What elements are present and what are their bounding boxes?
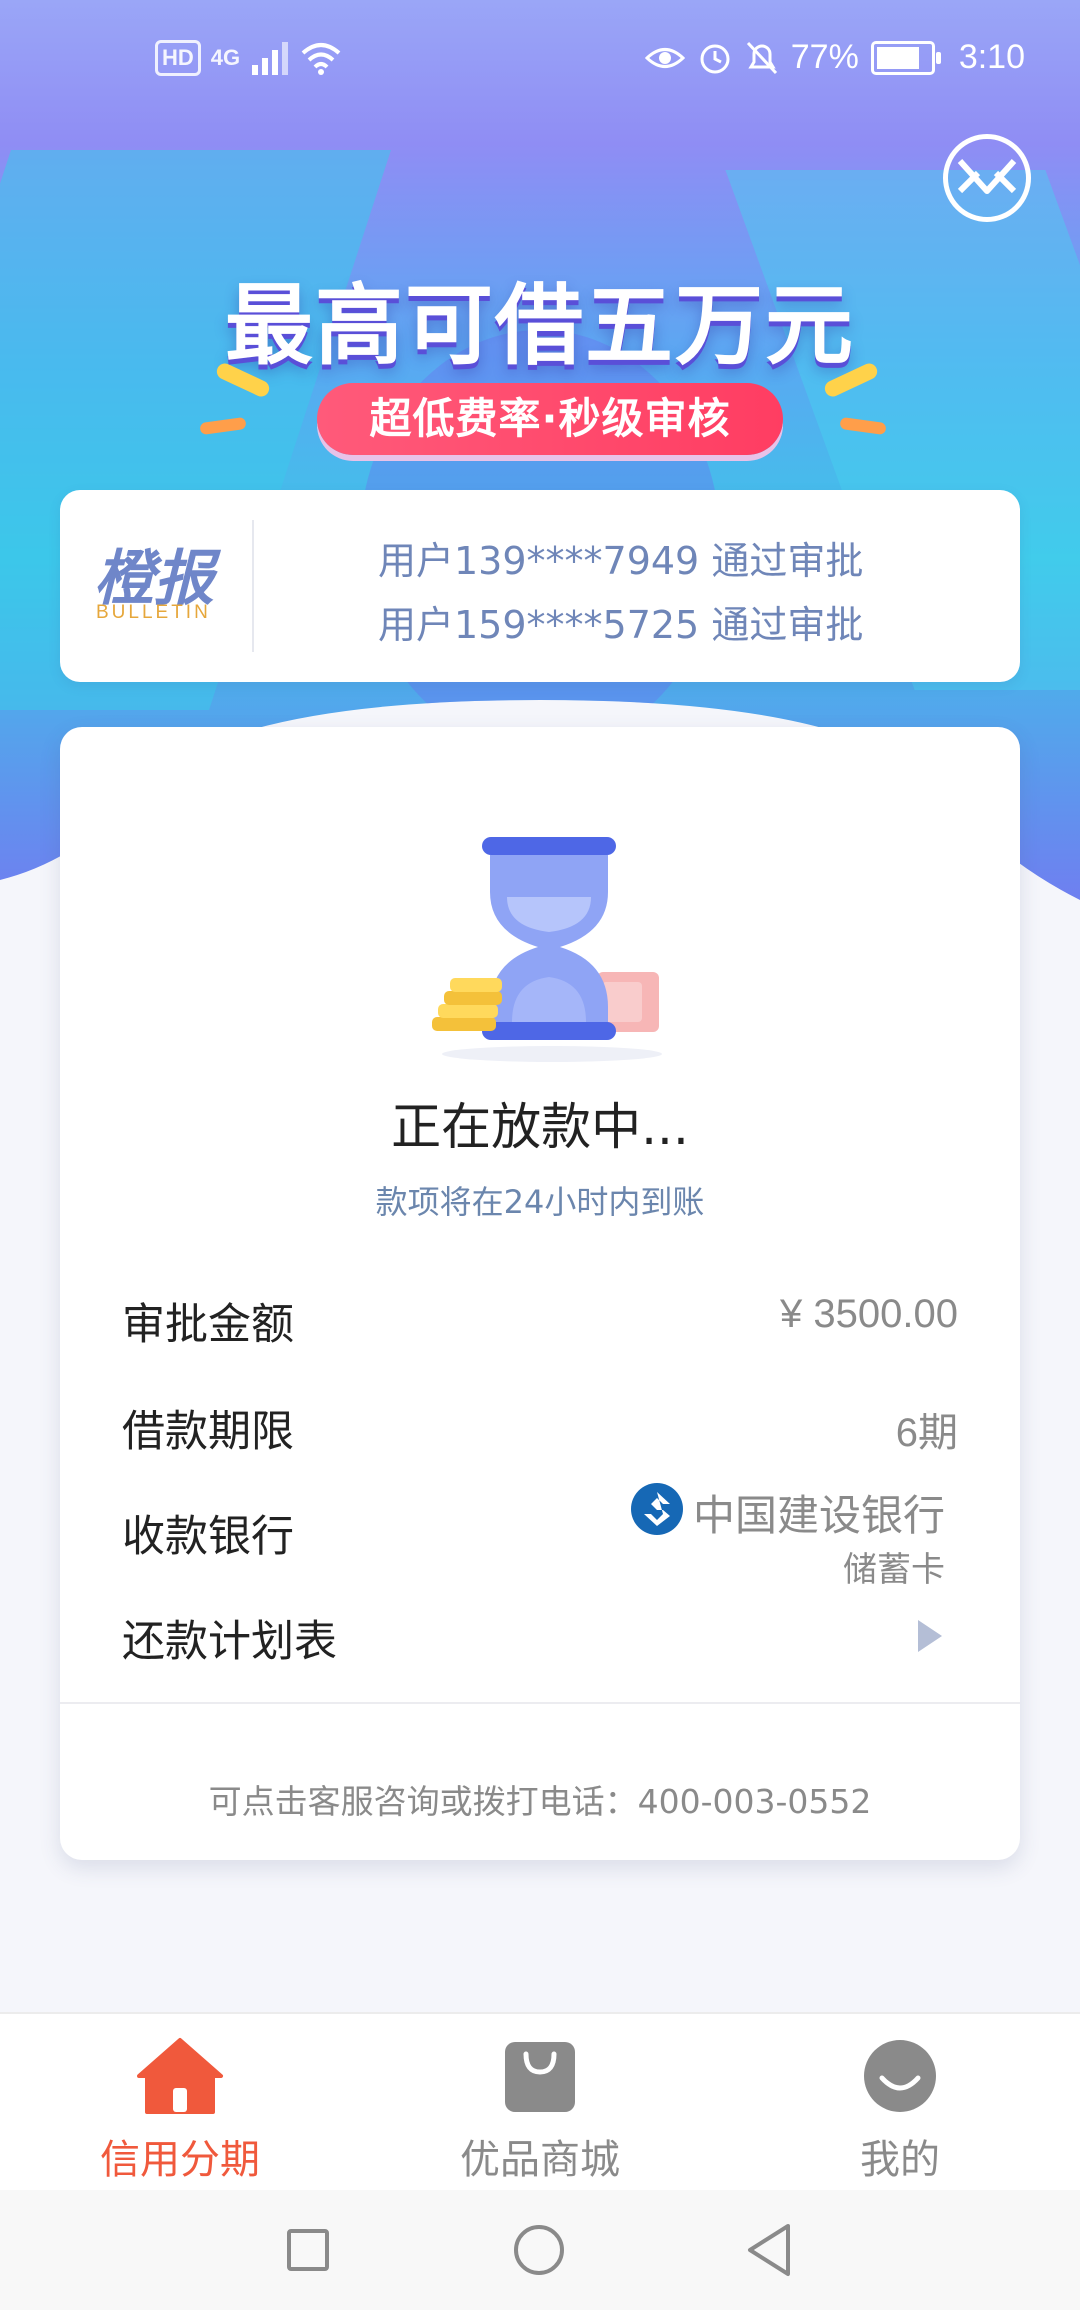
bulletin-divider <box>252 520 254 652</box>
receiving-bank-label: 收款银行 <box>122 1512 294 1562</box>
mute-bell-icon <box>746 41 777 74</box>
card-divider <box>60 1702 1020 1704</box>
network-type-indicator: 4G <box>210 45 241 70</box>
profile-icon <box>864 2040 936 2112</box>
loan-status-title: 正在放款中... <box>391 1098 689 1156</box>
wifi-icon <box>301 43 341 75</box>
hero-headline: 最高可借五万元 <box>224 274 855 377</box>
tab-label: 优品商城 <box>460 2137 620 2183</box>
home-icon <box>137 2038 223 2114</box>
clock: 3:10 <box>958 38 1025 76</box>
bank-name: 中国建设银行 <box>692 1491 945 1540</box>
battery-percent: 77% <box>790 38 859 76</box>
battery-icon <box>870 40 941 75</box>
repayment-schedule-row[interactable]: 还款计划表 <box>122 1607 337 1669</box>
bulletin-logo-subtitle: BULLETIN <box>96 602 211 623</box>
tab-credit-installment[interactable]: 信用分期 <box>60 2014 300 2192</box>
loan-term-label: 借款期限 <box>122 1407 294 1457</box>
hero-subtitle-pill: 超低费率·秒级审核 <box>317 383 783 455</box>
bulletin-item: 用户159****5725 通过审批 <box>378 603 864 647</box>
hd-indicator: HD <box>155 40 201 76</box>
tab-label: 我的 <box>860 2137 940 2183</box>
envelope-logo-icon <box>957 158 1017 194</box>
bulletin-item: 用户139****7949 通过审批 <box>378 539 864 583</box>
tab-profile[interactable]: 我的 <box>780 2014 1020 2192</box>
approved-amount-label: 审批金额 <box>122 1300 294 1350</box>
tab-label: 信用分期 <box>100 2137 260 2183</box>
shopping-bag-icon <box>505 2042 575 2112</box>
ccb-bank-icon <box>631 1483 683 1535</box>
eye-icon <box>644 47 685 68</box>
alarm-icon <box>700 44 730 73</box>
loan-term-value: 6期 <box>895 1411 958 1455</box>
approval-bulletin: 橙报 BULLETIN 用户139****7949 通过审批 用户159****… <box>60 490 1020 682</box>
app-logo-button[interactable] <box>943 134 1031 222</box>
bottom-tab-bar: 信用分期 优品商城 我的 <box>0 2012 1080 2192</box>
customer-service-hotline[interactable]: 可点击客服咨询或拨打电话：400-003-0552 <box>60 1775 1020 1823</box>
signal-icon <box>252 42 289 75</box>
bank-card-type: 储蓄卡 <box>843 1550 945 1590</box>
home-button[interactable] <box>514 2225 564 2275</box>
recent-apps-button[interactable] <box>287 2229 329 2271</box>
hourglass-icon <box>432 837 662 1062</box>
loan-status-subtitle: 款项将在24小时内到账 <box>375 1183 705 1221</box>
back-button[interactable] <box>744 2222 794 2278</box>
tab-mall[interactable]: 优品商城 <box>420 2014 660 2192</box>
status-bar: HD 4G 77% 3:10 <box>0 0 1080 125</box>
loan-status-card: 正在放款中... 款项将在24小时内到账 审批金额 ¥ 3500.00 借款期限… <box>60 727 1020 1860</box>
approved-amount-value: ¥ 3500.00 <box>780 1292 958 1336</box>
chevron-right-icon[interactable] <box>918 1620 942 1652</box>
